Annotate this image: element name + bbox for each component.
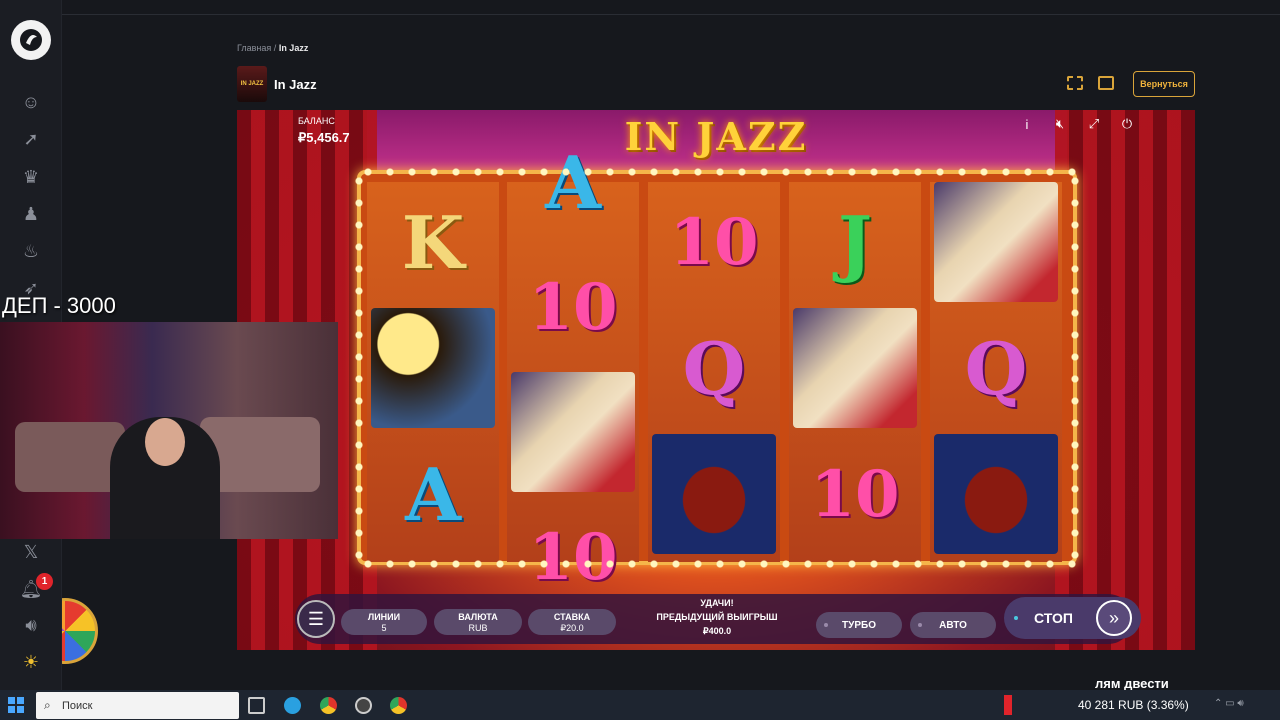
stream-caption: лям двести bbox=[1095, 676, 1169, 691]
symbol-j: J bbox=[837, 199, 873, 285]
symbol-blonde-singer bbox=[511, 372, 635, 492]
expand-icon[interactable]: ⤢ bbox=[1086, 116, 1102, 132]
bet-selector[interactable]: СТАВКА ₽20.0 bbox=[528, 609, 616, 635]
taskbar-search[interactable]: ⌕ Поиск bbox=[36, 692, 239, 719]
currency-value: RUB bbox=[468, 623, 488, 633]
turbo-toggle[interactable]: ТУРБО bbox=[816, 612, 902, 638]
menu-button[interactable]: ☰ bbox=[297, 600, 335, 638]
streamer-head bbox=[145, 418, 185, 466]
deposit-overlay: ДЕП - 3000 bbox=[2, 293, 116, 318]
logo-icon bbox=[20, 29, 42, 51]
bulbs-top bbox=[357, 168, 1077, 176]
rocket-icon[interactable]: ➚ bbox=[20, 128, 42, 150]
symbol-sax-player bbox=[371, 308, 495, 428]
notification-badge: 1 bbox=[36, 573, 53, 590]
reel-2: A 10 10 bbox=[507, 140, 639, 595]
fullscreen-icon[interactable] bbox=[1067, 76, 1083, 90]
lines-label: ЛИНИИ bbox=[367, 612, 401, 622]
symbol-q: Q bbox=[964, 325, 1028, 411]
tray-indicator bbox=[1004, 695, 1012, 715]
volume-icon[interactable]: 🔊︎ bbox=[20, 614, 42, 636]
sun-icon[interactable]: ☀ bbox=[20, 651, 42, 673]
breadcrumb-separator: / bbox=[273, 43, 277, 53]
telegram-icon[interactable] bbox=[284, 697, 301, 714]
search-placeholder: Поиск bbox=[62, 699, 93, 712]
task-view-icon[interactable] bbox=[248, 697, 265, 714]
info-icon[interactable]: i bbox=[1019, 116, 1035, 132]
prev-win-value: ₽400.0 bbox=[702, 626, 732, 636]
symbol-cello bbox=[652, 434, 776, 554]
reels-frame: K A A 10 10 10 Q J 10 Q bbox=[357, 140, 1077, 595]
bulbs-bottom bbox=[357, 560, 1077, 568]
thumb-text: IN JAZZ bbox=[240, 81, 264, 87]
symbol-a: A bbox=[545, 139, 601, 225]
reel-1: K A bbox=[367, 182, 499, 562]
page-title: In Jazz bbox=[274, 77, 317, 92]
x-icon[interactable]: 𝕏 bbox=[20, 541, 42, 563]
game-canvas[interactable]: IN JAZZ БАЛАНС ₽5,456.7 i 🔇︎ ⤢ ⏻ K A A 1… bbox=[237, 110, 1195, 650]
power-icon[interactable]: ⏻ bbox=[1119, 116, 1135, 132]
site-logo[interactable] bbox=[11, 20, 51, 60]
windows-start-icon[interactable] bbox=[8, 697, 24, 713]
symbol-10: 10 bbox=[528, 269, 618, 345]
auto-toggle[interactable]: АВТО bbox=[910, 612, 996, 638]
symbol-10: 10 bbox=[810, 456, 900, 532]
breadcrumb: Главная / In Jazz bbox=[237, 43, 308, 53]
fast-forward-icon[interactable]: » bbox=[1096, 600, 1132, 636]
bet-value: ₽20.0 bbox=[560, 623, 584, 633]
tray-ticker: 40 281 RUB (3.36%) bbox=[1078, 698, 1189, 712]
luck-text: УДАЧИ! bbox=[700, 598, 734, 608]
mute-icon[interactable]: 🔇︎ bbox=[1052, 116, 1068, 132]
reel-5: Q bbox=[930, 182, 1062, 562]
win-display: УДАЧИ! ПРЕДЫДУЩИЙ ВЫИГРЫШ ₽400.0 bbox=[627, 596, 807, 638]
obs-icon[interactable] bbox=[355, 697, 372, 714]
bulbs-right bbox=[1071, 170, 1079, 565]
reel-3: 10 Q bbox=[648, 182, 780, 562]
balance-label: БАЛАНС bbox=[298, 116, 335, 126]
fortune-wheel[interactable] bbox=[62, 598, 98, 664]
balance-value: ₽5,456.7 bbox=[298, 130, 350, 145]
symbol-blonde-singer bbox=[934, 182, 1058, 302]
reel-4: J 10 bbox=[789, 182, 921, 562]
lines-value: 5 bbox=[381, 623, 387, 633]
sofa bbox=[15, 422, 125, 492]
chrome-active-icon[interactable] bbox=[390, 697, 407, 714]
chrome-icon[interactable] bbox=[320, 697, 337, 714]
search-icon: ⌕ bbox=[44, 698, 51, 712]
tray-icons[interactable]: ⌃ ▭ 🔊︎ bbox=[1214, 698, 1244, 709]
symbol-a: A bbox=[405, 451, 461, 537]
user-icon[interactable]: ♟ bbox=[20, 203, 42, 225]
breadcrumb-home[interactable]: Главная bbox=[237, 43, 271, 53]
top-divider bbox=[62, 14, 1280, 15]
bet-label: СТАВКА bbox=[553, 612, 591, 622]
bulbs-left bbox=[355, 170, 363, 565]
lines-selector[interactable]: ЛИНИИ 5 bbox=[341, 609, 427, 635]
symbol-cello bbox=[934, 434, 1058, 554]
symbol-k: K bbox=[401, 199, 465, 285]
breadcrumb-current: In Jazz bbox=[278, 43, 309, 53]
back-button[interactable]: Вернуться bbox=[1133, 71, 1195, 97]
currency-label: ВАЛЮТА bbox=[458, 612, 498, 622]
webcam-overlay bbox=[0, 322, 338, 539]
theater-mode-icon[interactable] bbox=[1098, 76, 1114, 90]
trophy-icon[interactable]: ♛ bbox=[20, 166, 42, 188]
currency-selector[interactable]: ВАЛЮТА RUB bbox=[434, 609, 522, 635]
symbol-q: Q bbox=[682, 325, 746, 411]
game-thumbnail: IN JAZZ bbox=[237, 66, 267, 102]
fire-icon[interactable]: ♨ bbox=[20, 240, 42, 262]
smile-icon[interactable]: ☺ bbox=[20, 91, 42, 113]
symbol-blonde-singer bbox=[793, 308, 917, 428]
prev-win-label: ПРЕДЫДУЩИЙ ВЫИГРЫШ bbox=[656, 612, 778, 622]
symbol-10: 10 bbox=[669, 204, 759, 280]
